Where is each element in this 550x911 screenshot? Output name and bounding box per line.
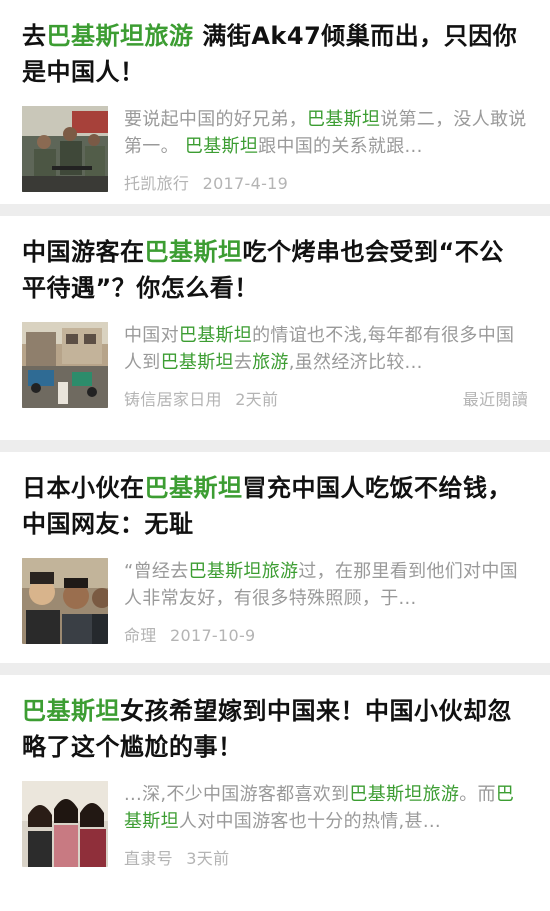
highlighted-keyword: 巴基斯坦旅游 <box>46 22 194 50</box>
text-segment: 。而 <box>459 784 496 805</box>
text-segment: 中国游客在 <box>22 238 145 266</box>
highlighted-keyword: 巴基斯坦 <box>144 474 243 502</box>
text-segment: 去 <box>22 22 47 50</box>
text-segment: “曾经去 <box>124 561 189 582</box>
text-segment: 要说起中国的好兄弟， <box>124 109 307 130</box>
highlighted-keyword: 巴基斯坦 <box>184 136 259 157</box>
text-segment: 跟中国的关系就跟... <box>258 136 423 157</box>
article-date: 3天前 <box>186 849 230 868</box>
highlighted-keyword: 巴基斯坦 <box>22 697 120 725</box>
article-card[interactable]: 巴基斯坦女孩希望嫁到中国来！中国小伙却忽略了这个尴尬的事！ ...深,不少中国游… <box>0 675 550 911</box>
article-meta: 托凯旅行 2017-4-19 <box>124 170 528 194</box>
street-photo-thumbnail[interactable] <box>22 322 108 408</box>
article-source: 直隶号 <box>124 849 173 868</box>
article-summary: “曾经去巴基斯坦旅游过，在那里看到他们对中国人非常友好，有很多特殊照顾，于... <box>124 558 528 612</box>
article-card[interactable]: 去巴基斯坦旅游 满街Ak47倾巢而出，只因你是中国人！ 要说起中国的好兄弟，巴基… <box>0 0 550 204</box>
article-source: 铸信居家日用 <box>124 390 222 409</box>
article-summary: 要说起中国的好兄弟，巴基斯坦说第二，没人敢说第一。 巴基斯坦跟中国的关系就跟..… <box>124 106 528 160</box>
article-date: 2017-10-9 <box>170 626 256 645</box>
highlighted-keyword: 巴基斯坦 <box>144 238 243 266</box>
highlighted-keyword: 旅游 <box>252 352 289 373</box>
soldiers-photo-thumbnail[interactable] <box>22 106 108 192</box>
article-meta: 命理 2017-10-9 <box>124 622 528 646</box>
article-meta: 直隶号 3天前 <box>124 845 528 869</box>
highlighted-keyword: 巴基斯坦 <box>307 109 381 130</box>
article-source: 命理 <box>124 626 157 645</box>
highlighted-keyword: 巴基斯坦旅游 <box>188 561 299 582</box>
article-card[interactable]: 日本小伙在巴基斯坦冒充中国人吃饭不给钱，中国网友：无耻 “曾经去巴基斯坦旅游过，… <box>0 452 550 663</box>
article-summary: 中国对巴基斯坦的情谊也不浅,每年都有很多中国人到巴基斯坦去旅游,虽然经济比较..… <box>124 322 528 376</box>
article-date: 2017-4-19 <box>202 174 289 193</box>
highlighted-keyword: 巴基斯坦 <box>160 352 234 373</box>
article-summary: ...深,不少中国游客都喜欢到巴基斯坦旅游。而巴基斯坦人对中国游客也十分的热情,… <box>124 781 528 835</box>
text-segment: ...深,不少中国游客都喜欢到 <box>124 784 350 805</box>
article-date: 2天前 <box>235 390 279 409</box>
article-title[interactable]: 中国游客在巴基斯坦吃个烤串也会受到“不公平待遇”？你怎么看！ <box>22 234 528 306</box>
article-meta: 铸信居家日用 2天前 最近閱讀 <box>124 386 528 410</box>
article-title[interactable]: 巴基斯坦女孩希望嫁到中国来！中国小伙却忽略了这个尴尬的事！ <box>22 693 528 765</box>
recently-read-tag: 最近閱讀 <box>462 390 528 409</box>
article-feed: 去巴基斯坦旅游 满街Ak47倾巢而出，只因你是中国人！ 要说起中国的好兄弟，巴基… <box>0 0 550 911</box>
men-selfie-photo-thumbnail[interactable] <box>22 558 108 644</box>
highlighted-keyword: 巴基斯坦 <box>178 325 253 346</box>
text-segment: 中国对 <box>124 325 179 346</box>
article-card[interactable]: 中国游客在巴基斯坦吃个烤串也会受到“不公平待遇”？你怎么看！ 中国对巴基斯坦的情… <box>0 216 550 440</box>
women-group-photo-thumbnail[interactable] <box>22 781 108 867</box>
article-title[interactable]: 日本小伙在巴基斯坦冒充中国人吃饭不给钱，中国网友：无耻 <box>22 470 528 542</box>
text-segment: 去 <box>233 352 253 373</box>
text-segment: 人对中国游客也十分的热情,甚... <box>178 811 441 832</box>
highlighted-keyword: 巴基斯坦旅游 <box>349 784 460 805</box>
article-title[interactable]: 去巴基斯坦旅游 满街Ak47倾巢而出，只因你是中国人！ <box>22 18 528 90</box>
text-segment: 日本小伙在 <box>22 474 145 502</box>
text-segment: ,虽然经济比较... <box>288 352 423 373</box>
article-source: 托凯旅行 <box>124 174 190 193</box>
